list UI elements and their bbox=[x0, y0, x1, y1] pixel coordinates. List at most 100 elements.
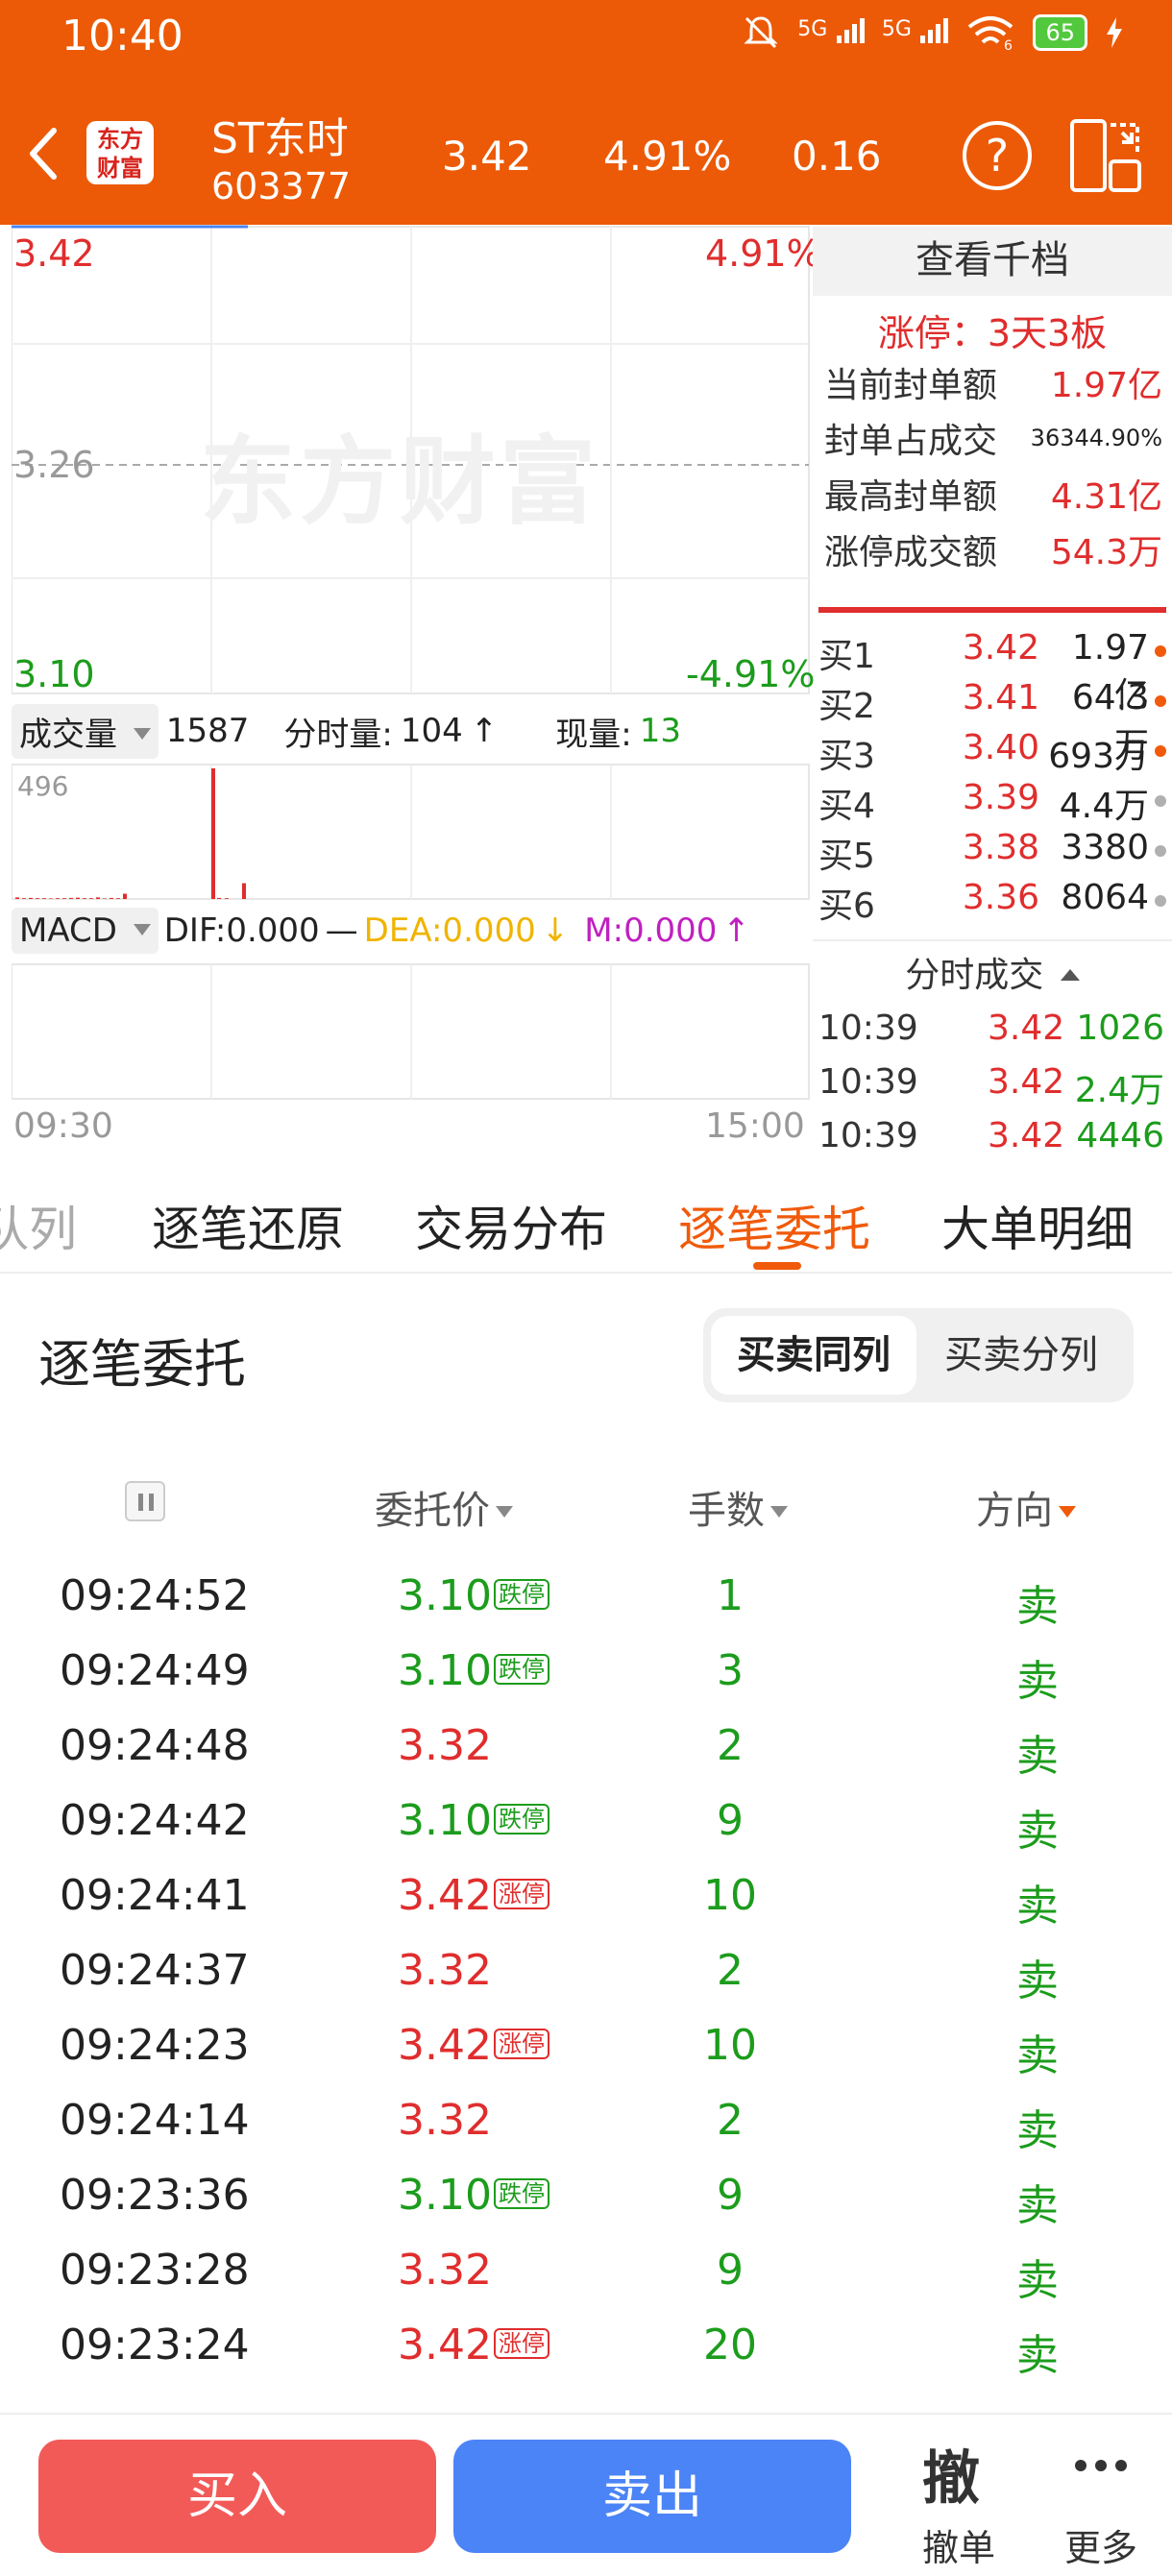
order-price-value: 3.32 bbox=[398, 1721, 492, 1770]
volume-bar bbox=[49, 898, 53, 899]
sort-caret-icon bbox=[496, 1506, 513, 1518]
order-direction: 卖 bbox=[1016, 2106, 1059, 2155]
status-icons: 5G 5G 6 65 bbox=[742, 13, 1124, 52]
back-icon[interactable] bbox=[23, 125, 61, 182]
order-row[interactable]: 09:24:14 3.32 2 卖 bbox=[0, 2096, 1172, 2171]
view-thousand-levels-button[interactable]: 查看千档 bbox=[813, 227, 1172, 296]
volume-bar bbox=[96, 897, 100, 899]
order-row[interactable]: 09:24:23 3.42 涨停 10 卖 bbox=[0, 2021, 1172, 2096]
order-book-row[interactable]: 买2 3.41 64.3万 bbox=[818, 678, 1168, 766]
arrow-up-icon: ↑ bbox=[470, 712, 499, 750]
volume-bar bbox=[89, 898, 93, 899]
order-book-row[interactable]: 买5 3.38 3380 bbox=[818, 828, 1168, 878]
split-column-option[interactable]: 买卖分列 bbox=[916, 1316, 1126, 1395]
order-price-value: 3.42 bbox=[398, 1871, 492, 1920]
trade-time: 10:39 bbox=[818, 1116, 918, 1155]
order-direction: 卖 bbox=[1016, 2331, 1059, 2380]
book-price: 3.40 bbox=[962, 728, 1039, 767]
app-header: 10:40 5G 5G 6 65 东方 财富 ST东时 603377 3.42 … bbox=[0, 0, 1172, 225]
book-price: 3.41 bbox=[962, 678, 1039, 717]
book-level-label: 买6 bbox=[818, 887, 875, 926]
macd-dea: DEA:0.000 bbox=[363, 911, 536, 950]
order-row[interactable]: 09:24:37 3.32 2 卖 bbox=[0, 1946, 1172, 2021]
order-row[interactable]: 09:24:52 3.10 跌停 1 卖 bbox=[0, 1571, 1172, 1646]
order-price-value: 3.42 bbox=[398, 2021, 492, 2070]
order-row[interactable]: 09:24:42 3.10 跌停 9 卖 bbox=[0, 1796, 1172, 1871]
order-row[interactable]: 09:24:49 3.10 跌停 3 卖 bbox=[0, 1646, 1172, 1721]
limit-tag: 跌停 bbox=[493, 1804, 549, 1835]
order-row[interactable]: 09:23:24 3.42 涨停 20 卖 bbox=[0, 2321, 1172, 2395]
bottom-action-bar: 买入 卖出 撤 撤单 更多 bbox=[0, 2413, 1172, 2576]
order-book-row[interactable]: 买4 3.39 4.4万 bbox=[818, 778, 1168, 828]
cancel-order-icon[interactable]: 撤 bbox=[922, 2432, 980, 2515]
volume-select[interactable]: 成交量 bbox=[12, 703, 159, 759]
volume-bar bbox=[242, 883, 246, 899]
price-bottom-left: 3.10 bbox=[13, 653, 95, 695]
tab-3[interactable]: 逐笔委托 bbox=[678, 1191, 870, 1260]
order-book-row[interactable]: 买6 3.36 8064 bbox=[818, 878, 1168, 928]
more-icon[interactable] bbox=[1074, 2459, 1128, 2472]
col-header-price[interactable]: 委托价 bbox=[375, 1479, 513, 1535]
sell-button[interactable]: 卖出 bbox=[453, 2440, 851, 2553]
order-row[interactable]: 09:24:48 3.32 2 卖 bbox=[0, 1721, 1172, 1796]
trade-price: 3.42 bbox=[988, 1009, 1065, 1048]
order-price-value: 3.32 bbox=[398, 2246, 492, 2295]
order-direction: 卖 bbox=[1016, 1807, 1059, 1856]
seal-row-value: 1.97亿 bbox=[1050, 366, 1162, 405]
order-row[interactable]: 09:24:41 3.42 涨停 10 卖 bbox=[0, 1871, 1172, 1946]
order-direction: 卖 bbox=[1016, 2031, 1059, 2080]
book-dot-icon bbox=[1155, 645, 1166, 657]
order-price: 3.32 bbox=[398, 2096, 492, 2145]
order-time: 09:23:24 bbox=[60, 2321, 250, 2369]
order-direction: 卖 bbox=[1016, 2181, 1059, 2230]
sort-caret-icon bbox=[1059, 1506, 1076, 1518]
order-price: 3.10 跌停 bbox=[398, 2171, 549, 2220]
order-row[interactable]: 09:23:36 3.10 跌停 9 卖 bbox=[0, 2171, 1172, 2246]
help-icon[interactable]: ? bbox=[963, 121, 1032, 190]
stock-name[interactable]: ST东时 bbox=[211, 104, 349, 165]
order-quantity: 3 bbox=[717, 1646, 744, 1695]
limit-up-title: 涨停：3天3板 bbox=[877, 312, 1108, 354]
tab-2[interactable]: 交易分布 bbox=[415, 1191, 607, 1260]
order-price-value: 3.10 bbox=[398, 1571, 492, 1620]
book-divider bbox=[818, 607, 1166, 613]
order-direction: 卖 bbox=[1016, 1956, 1059, 2005]
order-book-row[interactable]: 买3 3.40 693万 bbox=[818, 728, 1168, 778]
tab-4[interactable]: 大单明细 bbox=[941, 1191, 1134, 1260]
time-start: 09:30 bbox=[13, 1106, 113, 1146]
wifi-mark: 6 bbox=[1004, 38, 1013, 52]
order-time: 09:24:48 bbox=[60, 1721, 250, 1770]
order-quantity: 2 bbox=[717, 2096, 744, 2145]
col-header-direction[interactable]: 方向 bbox=[976, 1479, 1076, 1535]
switch-screen-icon[interactable] bbox=[1068, 117, 1145, 194]
more-label[interactable]: 更多 bbox=[1064, 2518, 1137, 2571]
tab-0[interactable]: 队列 bbox=[0, 1191, 77, 1260]
sort-caret-icon bbox=[770, 1506, 788, 1518]
book-dot-icon bbox=[1155, 845, 1166, 857]
order-price: 3.32 bbox=[398, 1946, 492, 1995]
seal-row-label: 当前封单额 bbox=[824, 366, 998, 405]
col-header-qty[interactable]: 手数 bbox=[688, 1479, 788, 1535]
order-price-value: 3.10 bbox=[398, 1646, 492, 1695]
macd-select[interactable]: MACD bbox=[12, 908, 159, 954]
order-book-row[interactable]: 买1 3.42 1.97亿 bbox=[818, 628, 1168, 716]
order-row[interactable]: 09:23:28 3.32 9 卖 bbox=[0, 2246, 1172, 2321]
book-price: 3.36 bbox=[962, 878, 1039, 917]
percent-top-right: 4.91% bbox=[705, 232, 821, 275]
tab-1[interactable]: 逐笔还原 bbox=[152, 1191, 344, 1260]
buy-button[interactable]: 买入 bbox=[38, 2440, 436, 2553]
wifi-icon: 6 bbox=[968, 16, 1013, 52]
order-time: 09:24:14 bbox=[60, 2096, 250, 2145]
order-price-value: 3.32 bbox=[398, 1946, 492, 1995]
volume-bar bbox=[76, 897, 80, 899]
trades-title-row[interactable]: 分时成交 bbox=[813, 947, 1172, 997]
volume-axis-max: 496 bbox=[17, 770, 69, 802]
trade-price: 3.42 bbox=[988, 1116, 1065, 1155]
cancel-order-label[interactable]: 撤单 bbox=[922, 2518, 995, 2571]
pause-icon[interactable] bbox=[125, 1481, 165, 1521]
same-column-option[interactable]: 买卖同列 bbox=[711, 1316, 916, 1395]
book-dot-icon bbox=[1155, 895, 1166, 907]
percent-bottom-right: -4.91% bbox=[686, 653, 816, 695]
order-price-value: 3.32 bbox=[398, 2096, 492, 2145]
intraday-chart[interactable]: 东方财富 3.42 4.91% 3.26 3.10 -4.91% 成交量 158… bbox=[12, 225, 821, 1154]
